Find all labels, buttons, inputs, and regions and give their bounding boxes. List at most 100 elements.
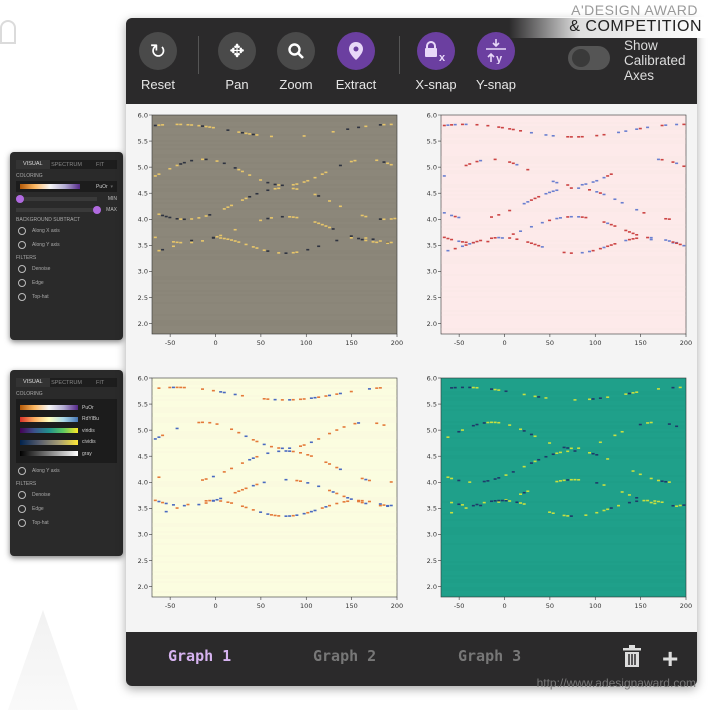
filter-tophat[interactable]: Top-hat	[18, 293, 115, 301]
heatmap-feature-mark	[450, 387, 454, 389]
heatmap-feature-mark	[251, 509, 255, 511]
heatmap-feature-mark	[660, 501, 664, 504]
heatmap-feature-mark	[255, 192, 259, 195]
heatmap-feature-mark	[460, 386, 464, 389]
tab-fit[interactable]: FIT	[83, 380, 117, 386]
filter-denoise[interactable]: Denoise	[18, 490, 115, 499]
heatmap-feature-mark	[631, 238, 635, 240]
heatmap-feature-mark	[471, 386, 475, 389]
colormap-option-viridis[interactable]: viridis	[20, 425, 113, 437]
heatmap-feature-mark	[558, 217, 562, 219]
radio-along-y[interactable]: Along Y axis	[18, 466, 115, 475]
tab-spectrum[interactable]: SPECTRUM	[50, 162, 84, 168]
heatmap-image[interactable]	[440, 377, 687, 598]
min-slider-knob[interactable]	[16, 195, 24, 203]
heatmap-feature-mark	[475, 123, 479, 126]
y-tick-label: 6.0	[427, 374, 437, 382]
trash-icon[interactable]	[623, 645, 641, 674]
calibrated-axes-toggle[interactable]	[568, 46, 610, 70]
add-graph-icon[interactable]: +	[662, 643, 678, 675]
tab-visual[interactable]: VISUAL	[16, 160, 50, 169]
colormap-option-cividis[interactable]: cividis	[20, 437, 113, 449]
heatmap-plot-4[interactable]: -50 0 50 100 150 200 2.0 2.5 3.0 3.5 4.0 4.5 5.0 5.5 6…	[415, 367, 697, 631]
reset-button[interactable]: ↻ Reset	[130, 32, 186, 92]
heatmap-feature-mark	[486, 124, 490, 127]
tab-visual[interactable]: VISUAL	[16, 378, 50, 387]
heatmap-feature-mark	[671, 161, 675, 163]
heatmap-feature-mark	[328, 226, 332, 229]
heatmap-feature-mark	[378, 503, 382, 505]
heatmap-feature-mark	[259, 179, 263, 181]
heatmap-feature-mark	[157, 124, 161, 126]
heatmap-feature-mark	[248, 195, 252, 198]
tab-spectrum[interactable]: SPECTRUM	[50, 380, 84, 386]
heatmap-plot-1[interactable]: -50 0 50 100 150 200 2.0 2.5 3.0 3.5 4.0 4.5 5.0 5.5 6…	[126, 104, 411, 368]
heatmap-feature-mark	[367, 500, 371, 503]
heatmap-feature-mark	[324, 506, 328, 508]
filter-edge[interactable]: Edge	[18, 279, 115, 287]
heatmap-feature-mark	[635, 208, 639, 211]
min-slider[interactable]: MIN	[16, 195, 117, 203]
heatmap-feature-mark	[262, 397, 266, 400]
heatmap-feature-mark	[475, 386, 479, 389]
colormap-option-gray[interactable]: gray	[20, 448, 113, 460]
heatmap-feature-mark	[255, 483, 259, 486]
heatmap-feature-mark	[386, 505, 390, 508]
heatmap-feature-mark	[471, 504, 475, 507]
heatmap-feature-mark	[602, 193, 606, 196]
colormap-option-rdylbu[interactable]: RdYlBu	[20, 414, 113, 426]
heatmap-feature-mark	[508, 424, 512, 426]
heatmap-feature-mark	[566, 447, 570, 449]
colormap-select[interactable]: PuOr ▾	[16, 181, 117, 192]
max-slider[interactable]: MAX	[16, 206, 117, 214]
option-label: gray	[82, 450, 92, 457]
radio-along-y[interactable]: Along Y axis	[18, 241, 115, 249]
tab-fit[interactable]: FIT	[83, 162, 117, 168]
heatmap-feature-mark	[457, 216, 461, 219]
heatmap-feature-mark	[349, 390, 353, 393]
tab-graph-2[interactable]: Graph 2	[313, 647, 376, 665]
pan-button[interactable]: ✥ Pan	[209, 32, 265, 92]
x-tick-label: -50	[165, 602, 176, 610]
heatmap-image[interactable]	[151, 114, 398, 335]
tab-graph-1[interactable]: Graph 1	[168, 647, 231, 665]
radio-label: Along Y axis	[32, 467, 60, 474]
radio-along-x[interactable]: Along X axis	[18, 227, 115, 235]
heatmap-feature-mark	[450, 511, 454, 514]
filter-tophat[interactable]: Top-hat	[18, 518, 115, 527]
zoom-button[interactable]: Zoom	[268, 32, 324, 92]
heatmap-feature-mark	[353, 159, 357, 162]
x-snap-button[interactable]: x X-snap	[408, 32, 464, 92]
heatmap-plot-3[interactable]: -50 0 50 100 150 200 2.0 2.5 3.0 3.5 4.0 4.5 5.0 5.5 6…	[126, 367, 411, 631]
extract-button[interactable]: Extract	[328, 32, 384, 92]
heatmap-feature-mark	[277, 184, 281, 186]
filter-edge[interactable]: Edge	[18, 504, 115, 513]
heatmap-feature-mark	[317, 195, 321, 197]
heatmap-feature-mark	[468, 163, 472, 165]
x-snap-label: X-snap	[415, 77, 457, 92]
main-window: ↻ Reset ✥ Pan Zoom Extract x X-snap y Y-…	[126, 18, 697, 686]
x-tick-label: 200	[391, 602, 403, 610]
heatmap-image[interactable]	[440, 114, 687, 335]
lock-x-icon: x	[417, 32, 455, 70]
heatmap-feature-mark	[306, 454, 310, 456]
heatmap-feature-mark	[248, 133, 252, 135]
heatmap-feature-mark	[386, 242, 390, 245]
y-snap-button[interactable]: y Y-snap	[468, 32, 524, 92]
heatmap-feature-mark	[656, 479, 660, 482]
heatmap-feature-mark	[577, 136, 581, 138]
colormap-dropdown[interactable]: PuOr RdYlBu viridis cividis gray	[16, 399, 117, 463]
heatmap-image[interactable]	[151, 377, 398, 598]
heatmap-feature-mark	[186, 123, 190, 126]
tab-graph-3[interactable]: Graph 3	[458, 647, 521, 665]
heatmap-feature-mark	[540, 246, 544, 248]
y-tick-label: 4.5	[138, 190, 148, 198]
max-slider-knob[interactable]	[93, 206, 101, 214]
heatmap-feature-mark	[284, 515, 288, 517]
filter-denoise[interactable]: Denoise	[18, 265, 115, 273]
heatmap-plot-2[interactable]: -50 0 50 100 150 200 2.0 2.5 3.0 3.5 4.0 4.5 5.0 5.5 6…	[415, 104, 697, 368]
heatmap-feature-mark	[288, 216, 292, 218]
y-tick-label: 4.5	[138, 453, 148, 461]
colormap-option-puor[interactable]: PuOr	[20, 402, 113, 414]
heatmap-feature-mark	[464, 123, 468, 126]
